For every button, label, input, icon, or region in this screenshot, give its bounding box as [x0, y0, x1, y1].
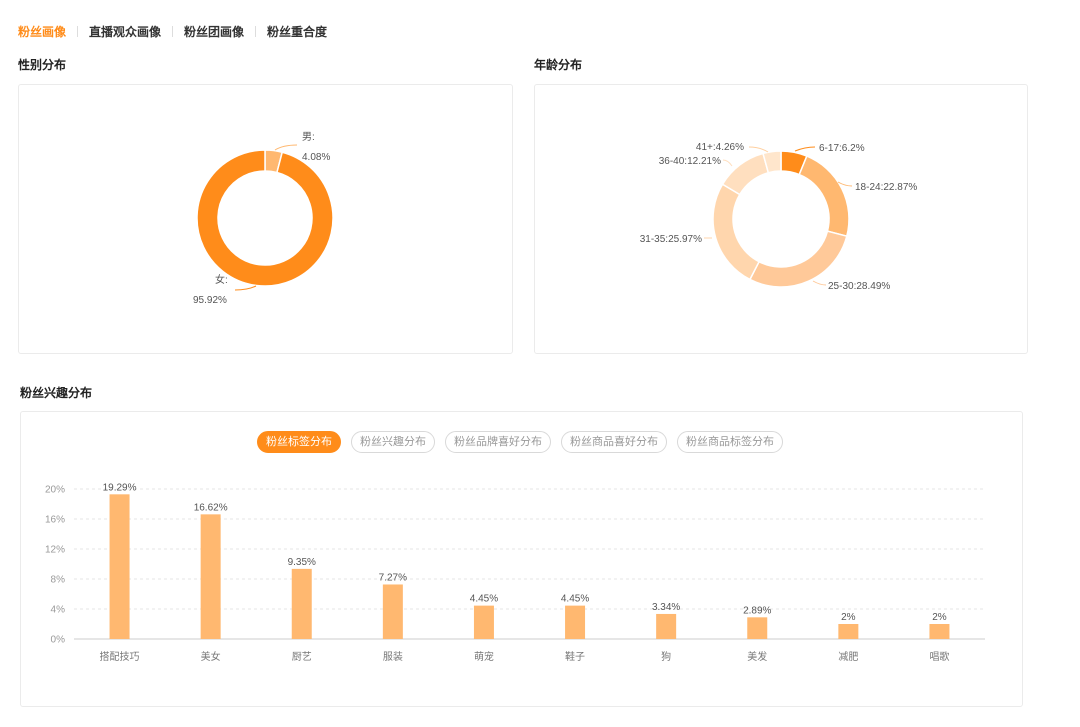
interest-sub-tabs: 粉丝标签分布 粉丝兴趣分布 粉丝品牌喜好分布 粉丝商品喜好分布 粉丝商品标签分布	[257, 431, 783, 453]
x-tick-label: 狗	[661, 650, 671, 663]
y-tick-label: 4%	[51, 605, 66, 616]
label-male-name: 男:	[302, 131, 315, 143]
x-tick-label: 美发	[747, 650, 767, 663]
leader-line-25-30	[812, 280, 827, 286]
bar-美发[interactable]	[747, 617, 768, 639]
bar-value-label: 4.45%	[470, 594, 498, 605]
x-tick-label: 唱歌	[929, 650, 949, 663]
subtab-fan-product-tags[interactable]: 粉丝商品标签分布	[677, 431, 783, 453]
bar-value-label: 7.27%	[379, 572, 407, 583]
label-female-value: 95.92%	[193, 295, 227, 306]
age-label-41+: 41+:4.26%	[696, 142, 744, 153]
bar-萌宠[interactable]	[473, 605, 494, 639]
bar-美女[interactable]	[200, 514, 221, 639]
age-label-6-17: 6-17:6.2%	[819, 143, 865, 154]
y-tick-label: 20%	[45, 485, 65, 496]
charts-canvas: 男: 4.08% 女: 95.92% 6-17:6.2% 18-24:22.87% 25-…	[45, 131, 985, 663]
age-label-18-24: 18-24:22.87%	[855, 182, 917, 193]
bar-减肥[interactable]	[838, 624, 859, 639]
x-tick-label: 搭配技巧	[100, 650, 140, 663]
bar-服装[interactable]	[382, 584, 403, 639]
label-male-value: 4.08%	[302, 152, 330, 163]
x-tick-label: 厨艺	[292, 651, 312, 663]
bar-value-label: 19.29%	[103, 482, 137, 493]
gender-donut-chart: 男: 4.08% 女: 95.92%	[193, 131, 334, 306]
bar-value-label: 9.35%	[288, 557, 316, 568]
bar-value-label: 4.45%	[561, 594, 589, 605]
bar-value-label: 2%	[841, 612, 856, 623]
x-tick-label: 减肥	[838, 651, 858, 663]
y-tick-label: 16%	[45, 515, 65, 526]
x-tick-label: 鞋子	[565, 650, 585, 663]
donut-slice-25-30[interactable]	[748, 230, 848, 288]
label-female-name: 女:	[215, 273, 228, 286]
age-label-25-30: 25-30:28.49%	[828, 281, 890, 292]
interest-bar-chart: 0% 4% 8% 12% 16% 20% 19.29% 搭配技巧 16.62% 美女 9.35% 厨艺…	[45, 482, 985, 663]
bar-value-label: 16.62%	[194, 502, 228, 513]
subtab-fan-interests[interactable]: 粉丝兴趣分布	[351, 431, 435, 453]
leader-line-6-17	[794, 146, 816, 152]
age-donut-chart: 6-17:6.2% 18-24:22.87% 25-30:28.49% 31-35:2…	[640, 142, 918, 292]
leader-line-36-40	[722, 159, 733, 167]
bar-厨艺[interactable]	[291, 568, 312, 639]
bar-value-label: 3.34%	[652, 602, 680, 613]
donut-slice-18-24[interactable]	[798, 155, 850, 238]
bar-搭配技巧[interactable]	[109, 494, 130, 639]
x-tick-label: 萌宠	[474, 650, 494, 663]
donut-slice-女[interactable]	[196, 149, 334, 287]
bar-鞋子[interactable]	[565, 605, 586, 639]
donut-slice-36-40[interactable]	[721, 152, 770, 196]
donut-slice-31-35[interactable]	[712, 183, 761, 281]
y-tick-label: 0%	[51, 635, 66, 646]
leader-line-41+	[748, 146, 769, 153]
subtab-fan-tags[interactable]: 粉丝标签分布	[257, 431, 341, 453]
bar-狗[interactable]	[656, 613, 677, 639]
bar-value-label: 2.89%	[743, 605, 771, 616]
age-label-31-35: 31-35:25.97%	[640, 234, 702, 245]
subtab-fan-product-preference[interactable]: 粉丝商品喜好分布	[561, 431, 667, 453]
bar-唱歌[interactable]	[929, 624, 950, 639]
y-tick-label: 8%	[51, 575, 66, 586]
x-tick-label: 美女	[201, 650, 221, 663]
age-label-36-40: 36-40:12.21%	[659, 156, 721, 167]
x-tick-label: 服装	[383, 650, 403, 663]
leader-line-female	[234, 285, 257, 291]
y-tick-label: 12%	[45, 545, 65, 556]
subtab-fan-brand-preference[interactable]: 粉丝品牌喜好分布	[445, 431, 551, 453]
leader-line-male	[274, 144, 298, 151]
bar-value-label: 2%	[932, 612, 947, 623]
